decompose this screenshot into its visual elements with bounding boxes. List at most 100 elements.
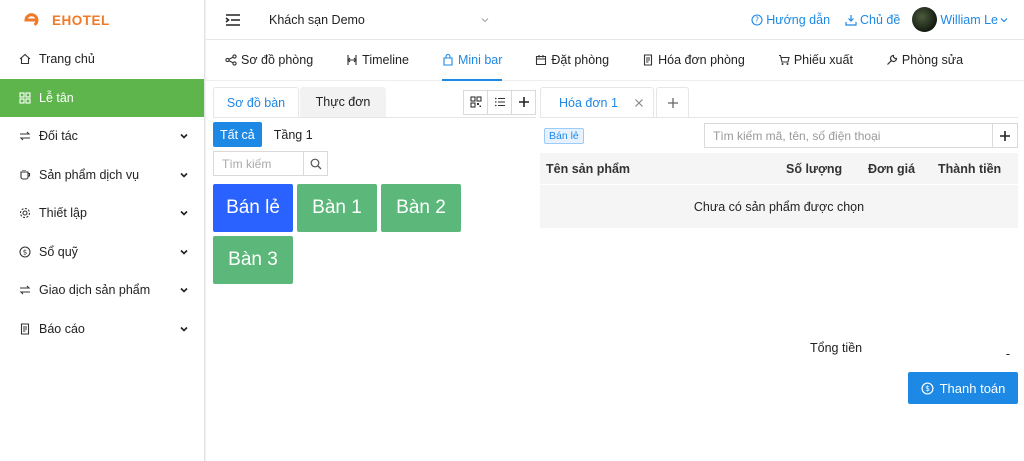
plus-icon	[667, 97, 678, 108]
chevron-down-icon	[180, 249, 188, 255]
sidebar-item-giao-dich-san-pham[interactable]: Giao dịch sản phẩm	[0, 271, 204, 310]
sidebar-item-le-tan[interactable]: Lễ tân	[0, 78, 204, 117]
invoice-icon	[644, 54, 653, 66]
help-circle-icon: ?	[751, 13, 763, 26]
sidebar-item-label: Đối tác	[39, 129, 78, 144]
list-icon	[494, 97, 505, 107]
hotel-select-value: Khách sạn Demo	[269, 12, 365, 27]
user-menu[interactable]: William Le	[912, 7, 1010, 32]
table-search-button[interactable]	[303, 151, 328, 176]
column-header: Thành tiền	[938, 161, 1002, 176]
tab-phieu-xuat[interactable]: Phiếu xuất	[778, 40, 853, 80]
help-label: Hướng dẫn	[766, 12, 831, 27]
dollar-icon: $	[921, 381, 934, 395]
logo[interactable]: EHOTEL	[0, 0, 204, 40]
invoice-tab-label: Hóa đơn 1	[559, 95, 618, 110]
gear-icon	[19, 207, 31, 219]
chevron-down-icon	[180, 134, 188, 139]
swap-icon	[19, 130, 31, 142]
table-map-panel: Sơ đồ bàn Thực đơn Tất cả Tầng 1 Tìm kiế…	[213, 87, 536, 288]
qr-code-icon	[469, 96, 482, 108]
tab-so-do-ban[interactable]: Sơ đồ bàn	[213, 87, 299, 117]
download-icon	[845, 14, 857, 26]
svg-text:?: ?	[755, 15, 759, 24]
table-ban-le[interactable]: Bán lẻ	[213, 184, 293, 232]
share-icon	[225, 54, 237, 66]
grid-icon	[19, 92, 31, 104]
home-icon	[19, 53, 31, 65]
column-header: Số lượng	[786, 161, 843, 176]
column-header: Tên sản phẩm	[546, 161, 631, 176]
sidebar-item-doi-tac[interactable]: Đối tác	[0, 117, 204, 156]
sidebar-item-label: Trang chủ	[39, 52, 95, 67]
ehotel-logo-icon	[22, 11, 40, 29]
sidebar-item-label: Thiết lập	[39, 206, 87, 221]
tab-label: Timeline	[362, 53, 409, 67]
total-value: -	[1005, 347, 1010, 361]
table-ban-1[interactable]: Bàn 1	[297, 184, 377, 232]
plus-icon	[518, 97, 529, 107]
avatar	[912, 7, 938, 32]
tab-invoice-1[interactable]: Hóa đơn 1	[540, 87, 654, 117]
tab-label: Phiếu xuất	[793, 53, 853, 67]
list-view-button[interactable]	[487, 89, 512, 115]
help-link[interactable]: ? Hướng dẫn	[751, 13, 830, 27]
chevron-down-icon	[180, 172, 188, 178]
tab-label: Đặt phòng	[551, 53, 610, 67]
total-label: Tổng tiền	[810, 341, 863, 355]
tab-hoa-don-phong[interactable]: Hóa đơn phòng	[642, 40, 745, 80]
add-customer-button[interactable]	[992, 123, 1018, 148]
checkout-button[interactable]: $ Thanh toán	[908, 372, 1018, 404]
customer-search	[704, 123, 1018, 148]
tab-so-do-phong[interactable]: Sơ đồ phòng	[225, 40, 313, 80]
cup-icon	[19, 169, 31, 181]
chevron-down-icon	[481, 17, 489, 22]
table-search	[213, 151, 328, 176]
tab-phong-sua[interactable]: Phòng sửa	[886, 40, 963, 80]
sidebar-item-label: Báo cáo	[39, 321, 85, 336]
shopping-bag-icon	[443, 54, 453, 66]
search-icon	[310, 158, 321, 169]
sidebar-item-label: Giao dịch sản phẩm	[39, 283, 151, 298]
tab-timeline[interactable]: Timeline	[346, 40, 409, 80]
sidebar-item-thiet-lap[interactable]: Thiết lập	[0, 194, 204, 233]
tab-dat-phong[interactable]: Đặt phòng	[535, 40, 609, 80]
close-icon[interactable]	[634, 98, 644, 108]
timeline-icon	[347, 55, 357, 65]
table-search-input[interactable]	[213, 151, 303, 176]
retail-badge: Bán lẻ	[544, 127, 584, 144]
sidebar-item-label: Sản phẩm dịch vụ	[39, 167, 140, 182]
tab-label: Sơ đồ phòng	[241, 53, 314, 67]
hotel-select[interactable]: Khách sạn Demo	[269, 13, 491, 27]
add-invoice-button[interactable]	[656, 87, 689, 117]
menu-toggle-icon[interactable]	[225, 13, 241, 27]
total-row: Tổng tiền -	[810, 341, 1010, 361]
customer-search-input[interactable]	[704, 123, 992, 148]
theme-link[interactable]: Chủ đề	[845, 13, 900, 27]
table-ban-2[interactable]: Bàn 2	[381, 184, 461, 232]
swap-icon	[19, 284, 31, 296]
add-table-button[interactable]	[511, 89, 536, 115]
user-name: William Le	[940, 12, 998, 27]
sidebar-item-label: Sổ quỹ	[39, 244, 78, 259]
sidebar: EHOTEL Trang chủ Lễ tân Đối tác Sản phẩm…	[0, 0, 205, 461]
filter-all[interactable]: Tất cả	[213, 122, 262, 147]
sidebar-item-so-quy[interactable]: $ Sổ quỹ	[0, 233, 204, 272]
tab-mini-bar[interactable]: Mini bar	[441, 40, 503, 81]
table-ban-3[interactable]: Bàn 3	[213, 236, 293, 284]
tab-label: Phòng sửa	[901, 53, 964, 67]
svg-text:$: $	[23, 248, 27, 256]
sidebar-item-san-pham-dich-vu[interactable]: Sản phẩm dịch vụ	[0, 156, 204, 195]
chevron-down-icon	[1000, 17, 1008, 22]
tab-thuc-don[interactable]: Thực đơn	[300, 87, 386, 117]
sidebar-item-trang-chu[interactable]: Trang chủ	[0, 40, 204, 79]
filter-floor-1[interactable]: Tầng 1	[262, 128, 325, 142]
dollar-icon: $	[19, 246, 31, 258]
wrench-icon	[886, 54, 898, 65]
calendar-icon	[536, 55, 547, 66]
column-header: Đơn giá	[868, 161, 916, 176]
tab-label: Hóa đơn phòng	[658, 53, 745, 67]
sidebar-item-bao-cao[interactable]: Báo cáo	[0, 310, 204, 349]
qr-view-button[interactable]	[463, 89, 488, 115]
checkout-label: Thanh toán	[939, 380, 1006, 396]
